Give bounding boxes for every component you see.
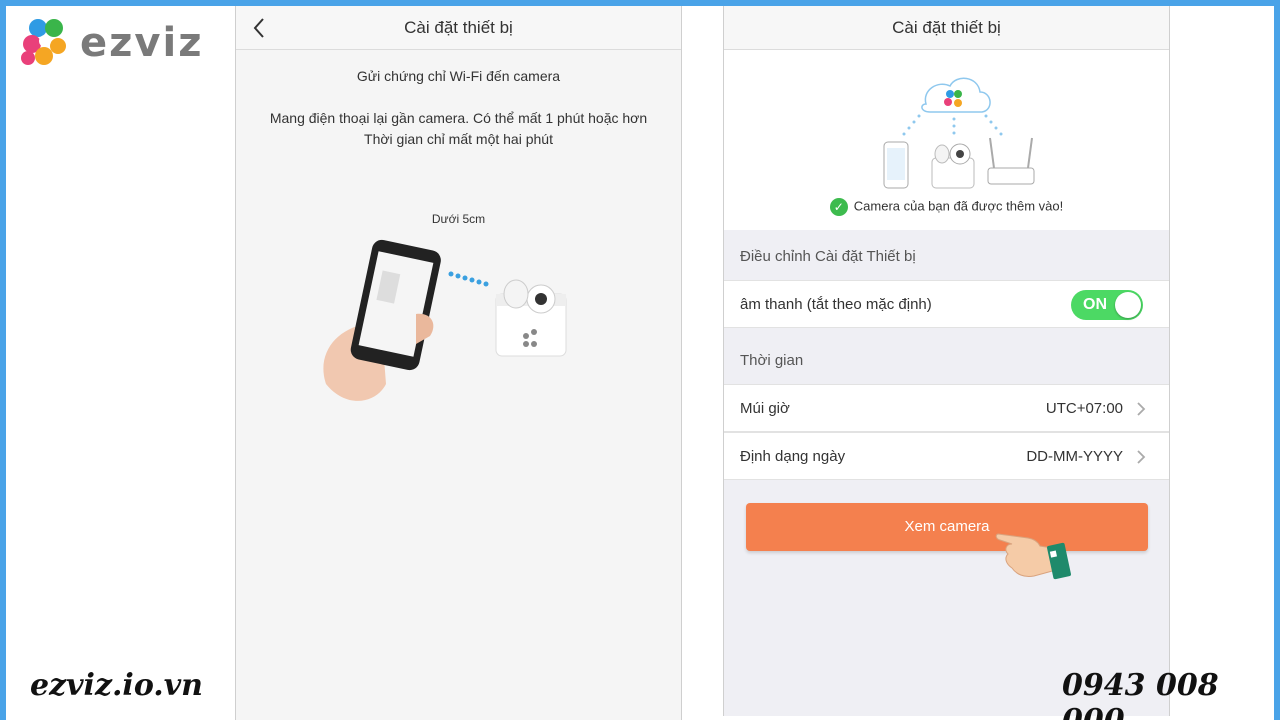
phone-near-camera-illustration bbox=[323, 239, 567, 401]
toggle-knob bbox=[1115, 292, 1141, 318]
section-time: Thời gian bbox=[740, 352, 804, 369]
sound-setting-row: âm thanh (tắt theo mặc định) ON bbox=[724, 280, 1169, 328]
phone-screen-device-settings: Cài đặt thiết bị ✓ Camera của bạn đã đượ… bbox=[723, 6, 1170, 716]
ezviz-logo: ezviz bbox=[18, 14, 208, 70]
back-button[interactable] bbox=[248, 16, 272, 40]
success-message: Camera của bạn đã được thêm vào! bbox=[853, 198, 1064, 214]
date-format-row[interactable]: Định dạng ngày DD-MM-YYYY bbox=[724, 432, 1169, 480]
timezone-row[interactable]: Múi giờ UTC+07:00 bbox=[724, 384, 1169, 432]
section-device-settings: Điều chỉnh Cài đặt Thiết bị bbox=[740, 248, 916, 265]
pointing-hand-icon bbox=[995, 533, 1071, 580]
ezviz-logo-text: ezviz bbox=[80, 20, 204, 66]
screen1-header: Cài đặt thiết bị bbox=[236, 6, 681, 50]
sound-toggle[interactable]: ON bbox=[1071, 290, 1143, 320]
connection-illustration-panel: ✓ Camera của bạn đã được thêm vào! bbox=[724, 50, 1169, 230]
date-format-value: DD-MM-YYYY bbox=[1026, 448, 1123, 465]
chevron-left-icon bbox=[253, 18, 264, 38]
chevron-right-icon bbox=[1137, 402, 1146, 416]
cloud-phone-camera-router-illustration bbox=[883, 77, 1035, 189]
phone-screen-wifi-setup: Cài đặt thiết bị Gửi chứng chỉ Wi-Fi đến… bbox=[235, 6, 682, 720]
screen2-title: Cài đặt thiết bị bbox=[892, 18, 1001, 37]
check-circle-icon: ✓ bbox=[829, 198, 848, 216]
instruction-line-1: Mang điện thoại lại gần camera. Có thể m… bbox=[269, 110, 648, 126]
toggle-state-label: ON bbox=[1083, 296, 1107, 313]
timezone-label: Múi giờ bbox=[740, 400, 790, 417]
sound-setting-label: âm thanh (tắt theo mặc định) bbox=[740, 296, 932, 313]
screen2-header: Cài đặt thiết bị bbox=[724, 6, 1169, 50]
timezone-value: UTC+07:00 bbox=[1045, 400, 1123, 417]
date-format-label: Định dạng ngày bbox=[740, 448, 846, 465]
success-message-row: ✓ Camera của bạn đã được thêm vào! bbox=[724, 198, 1169, 216]
website-url: ezviz.io.vn bbox=[30, 668, 203, 703]
chevron-right-icon bbox=[1137, 450, 1146, 464]
wifi-send-heading: Gửi chứng chỉ Wi-Fi đến camera bbox=[356, 68, 561, 84]
instruction-line-2: Thời gian chỉ mất một hai phút bbox=[364, 131, 553, 147]
instruction-text: Mang điện thoại lại gần camera. Có thể m… bbox=[236, 108, 681, 150]
ezviz-logo-icon bbox=[21, 19, 66, 65]
distance-label: Dưới 5cm bbox=[431, 212, 486, 226]
phone-number: 0943 008 000 bbox=[1062, 668, 1219, 720]
view-camera-button[interactable]: Xem camera bbox=[746, 503, 1148, 551]
screen1-title: Cài đặt thiết bị bbox=[404, 18, 513, 37]
